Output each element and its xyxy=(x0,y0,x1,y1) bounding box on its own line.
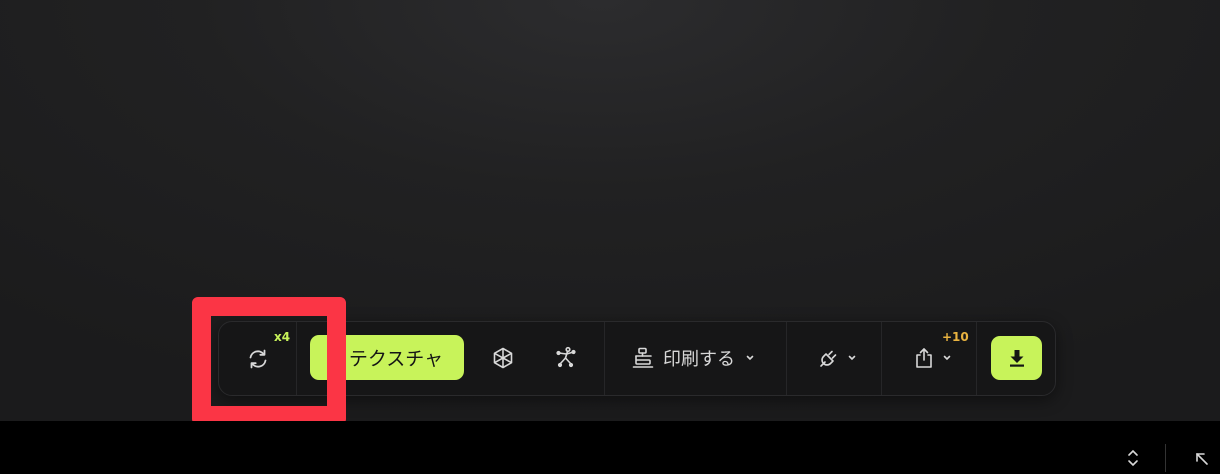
open-panel-button[interactable] xyxy=(1190,447,1214,471)
download-icon xyxy=(1009,350,1024,367)
print-label: 印刷する xyxy=(663,349,735,370)
plug-icon xyxy=(820,350,837,367)
mesh-button[interactable] xyxy=(489,344,517,372)
chevron-down-icon xyxy=(746,355,754,361)
toolbar-divider xyxy=(976,322,977,395)
expand-collapse-button[interactable] xyxy=(1122,446,1144,470)
chevron-down-icon xyxy=(943,355,951,361)
chevron-up-down-icon xyxy=(1128,449,1138,467)
print-dropdown-button[interactable]: 印刷する xyxy=(631,340,755,376)
share-icon xyxy=(916,348,932,368)
highlight-box xyxy=(192,297,346,425)
toolbar-divider xyxy=(786,322,787,395)
download-button[interactable] xyxy=(991,336,1042,380)
rig-icon xyxy=(556,346,576,368)
status-divider xyxy=(1165,444,1166,472)
texture-label: テクスチャ xyxy=(348,348,444,370)
share-reward-badge: +10 xyxy=(942,330,969,344)
printer-icon xyxy=(632,347,654,368)
status-bar xyxy=(0,421,1220,474)
toolbar-divider xyxy=(881,322,882,395)
arrow-up-left-icon xyxy=(1196,453,1208,465)
chevron-down-icon xyxy=(848,355,856,361)
toolbar-divider xyxy=(604,322,605,395)
rig-button[interactable] xyxy=(552,344,580,372)
share-dropdown-button[interactable] xyxy=(907,343,957,373)
plugin-dropdown-button[interactable] xyxy=(813,343,861,373)
mesh-icon xyxy=(493,347,513,369)
